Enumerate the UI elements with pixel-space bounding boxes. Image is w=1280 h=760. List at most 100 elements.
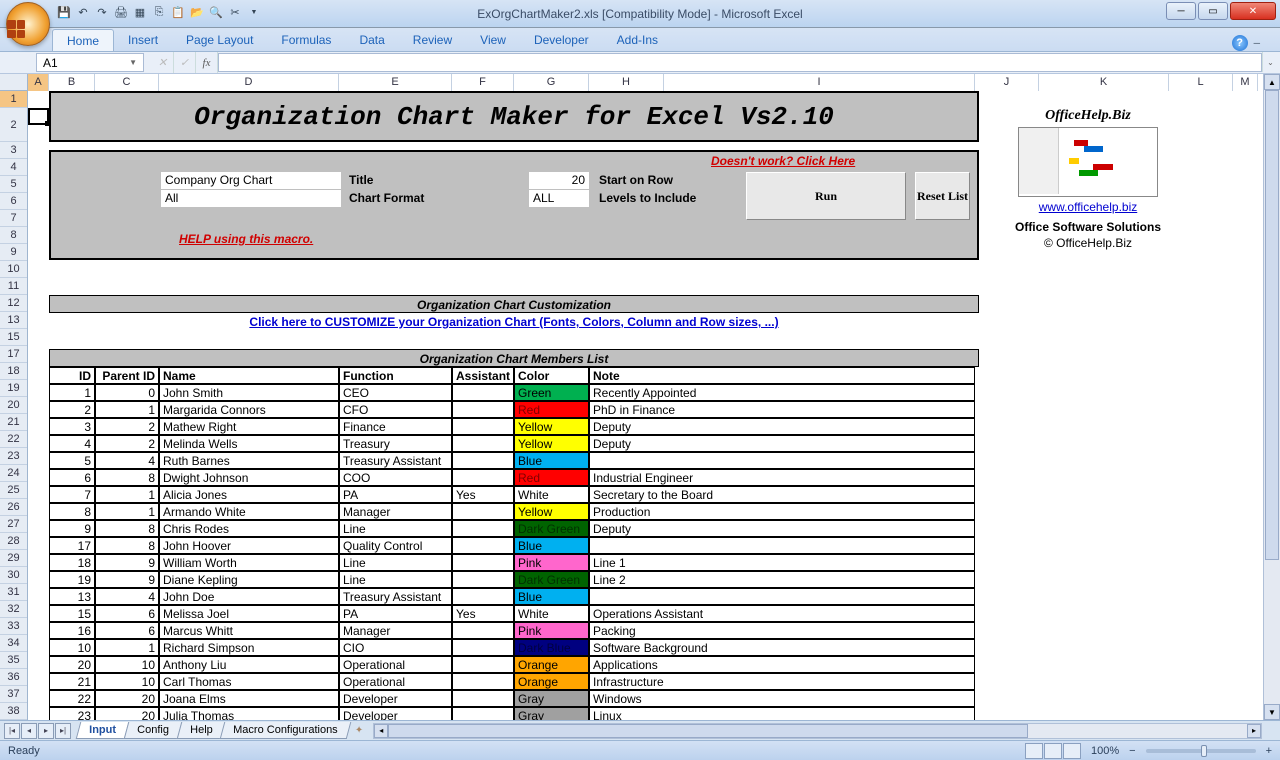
cell-parent-id[interactable]: 9 [95, 571, 159, 588]
cell-id[interactable]: 17 [49, 537, 95, 554]
cell-function[interactable]: CIO [339, 639, 452, 656]
start-row-input[interactable]: 20 [529, 172, 589, 189]
cell-function[interactable]: Manager [339, 503, 452, 520]
cell-function[interactable]: Treasury [339, 435, 452, 452]
row-header-22[interactable]: 22 [0, 431, 27, 448]
cell-note[interactable] [589, 588, 975, 605]
cell-parent-id[interactable]: 10 [95, 656, 159, 673]
cell-assistant[interactable]: Yes [452, 486, 514, 503]
levels-input[interactable]: ALL [529, 190, 589, 207]
cell-name[interactable]: Melissa Joel [159, 605, 339, 622]
row-header-27[interactable]: 27 [0, 516, 27, 533]
table-row[interactable]: 2110Carl ThomasOperationalOrangeInfrastr… [49, 673, 979, 690]
cell-name[interactable]: Carl Thomas [159, 673, 339, 690]
row-header-13[interactable]: 13 [0, 312, 27, 329]
cell-assistant[interactable] [452, 554, 514, 571]
cell-assistant[interactable] [452, 639, 514, 656]
cell-color[interactable]: Blue [514, 588, 589, 605]
qat-dropdown-icon[interactable]: ▼ [246, 4, 262, 20]
table-row[interactable]: 21Margarida ConnorsCFORedPhD in Finance [49, 401, 979, 418]
row-header-18[interactable]: 18 [0, 363, 27, 380]
cell-assistant[interactable] [452, 384, 514, 401]
ribbon-tab-formulas[interactable]: Formulas [267, 29, 345, 51]
cell-color[interactable]: White [514, 486, 589, 503]
sheet-tab-input[interactable]: Input [76, 722, 129, 739]
cell-parent-id[interactable]: 9 [95, 554, 159, 571]
cell-note[interactable]: Packing [589, 622, 975, 639]
row-header-21[interactable]: 21 [0, 414, 27, 431]
cell-assistant[interactable] [452, 656, 514, 673]
cell-function[interactable]: Developer [339, 690, 452, 707]
cell-function[interactable]: Line [339, 571, 452, 588]
cell-id[interactable]: 13 [49, 588, 95, 605]
row-header-1[interactable]: 1 [0, 91, 27, 108]
row-header-11[interactable]: 11 [0, 278, 27, 295]
print-icon[interactable]: 🖨 [113, 4, 129, 20]
vscroll-thumb[interactable] [1265, 90, 1279, 560]
cell-color[interactable]: Pink [514, 554, 589, 571]
name-box[interactable]: ▼ [36, 53, 144, 72]
table-row[interactable]: 2010Anthony LiuOperationalOrangeApplicat… [49, 656, 979, 673]
col-header-G[interactable]: G [514, 74, 589, 91]
normal-view-icon[interactable] [1025, 743, 1043, 759]
table-row[interactable]: 71Alicia JonesPAYesWhiteSecretary to the… [49, 486, 979, 503]
paste-icon[interactable]: 📋 [170, 4, 186, 20]
sheet-tab-config[interactable]: Config [124, 722, 182, 739]
cell-color[interactable]: Pink [514, 622, 589, 639]
cell-function[interactable]: CFO [339, 401, 452, 418]
scroll-right-icon[interactable]: ▸ [1247, 724, 1261, 738]
cell-id[interactable]: 3 [49, 418, 95, 435]
cell-function[interactable]: COO [339, 469, 452, 486]
name-box-input[interactable] [43, 56, 111, 70]
redo-icon[interactable]: ↷ [94, 4, 110, 20]
cell-function[interactable]: Manager [339, 622, 452, 639]
scroll-left-icon[interactable]: ◂ [374, 724, 388, 738]
col-header-M[interactable]: M [1233, 74, 1258, 91]
cell-id[interactable]: 9 [49, 520, 95, 537]
col-header-I[interactable]: I [664, 74, 975, 91]
cell-name[interactable]: Mathew Right [159, 418, 339, 435]
col-header-D[interactable]: D [159, 74, 339, 91]
row-header-36[interactable]: 36 [0, 669, 27, 686]
cell-name[interactable]: Dwight Johnson [159, 469, 339, 486]
cell-parent-id[interactable]: 8 [95, 469, 159, 486]
cell-assistant[interactable] [452, 469, 514, 486]
cell-parent-id[interactable]: 1 [95, 486, 159, 503]
cell-note[interactable]: Deputy [589, 435, 975, 452]
row-header-19[interactable]: 19 [0, 380, 27, 397]
cell-note[interactable]: Deputy [589, 418, 975, 435]
table-row[interactable]: 199Diane KeplingLineDark GreenLine 2 [49, 571, 979, 588]
cell-assistant[interactable] [452, 622, 514, 639]
cell-assistant[interactable] [452, 503, 514, 520]
table-row[interactable]: 178John HooverQuality ControlBlue [49, 537, 979, 554]
tab-next-icon[interactable]: ▸ [38, 723, 54, 739]
cell-id[interactable]: 18 [49, 554, 95, 571]
cell-function[interactable]: Operational [339, 656, 452, 673]
row-header-5[interactable]: 5 [0, 176, 27, 193]
doesnt-work-link[interactable]: Doesn't work? Click Here [711, 154, 855, 168]
cell-id[interactable]: 15 [49, 605, 95, 622]
table-row[interactable]: 156Melissa JoelPAYesWhiteOperations Assi… [49, 605, 979, 622]
cell-parent-id[interactable]: 6 [95, 605, 159, 622]
cell-parent-id[interactable]: 10 [95, 673, 159, 690]
ribbon-tab-insert[interactable]: Insert [114, 29, 172, 51]
zoom-in-icon[interactable]: + [1266, 745, 1272, 757]
hscroll-thumb[interactable] [388, 724, 1028, 738]
row-header-8[interactable]: 8 [0, 227, 27, 244]
cell-name[interactable]: William Worth [159, 554, 339, 571]
cell-function[interactable]: Treasury Assistant [339, 452, 452, 469]
row-header-9[interactable]: 9 [0, 244, 27, 261]
cell-color[interactable]: Dark Green [514, 520, 589, 537]
table-row[interactable]: 42Melinda WellsTreasuryYellowDeputy [49, 435, 979, 452]
cell-parent-id[interactable]: 1 [95, 639, 159, 656]
active-cell[interactable] [28, 108, 49, 125]
undo-icon[interactable]: ↶ [75, 4, 91, 20]
cell-note[interactable] [589, 537, 975, 554]
cell-parent-id[interactable]: 8 [95, 537, 159, 554]
officehelp-link[interactable]: www.officehelp.biz [1039, 200, 1138, 214]
cell-parent-id[interactable]: 2 [95, 435, 159, 452]
page-layout-view-icon[interactable] [1044, 743, 1062, 759]
cell-id[interactable]: 8 [49, 503, 95, 520]
cell-color[interactable]: Red [514, 401, 589, 418]
table-row[interactable]: 98Chris RodesLineDark GreenDeputy [49, 520, 979, 537]
